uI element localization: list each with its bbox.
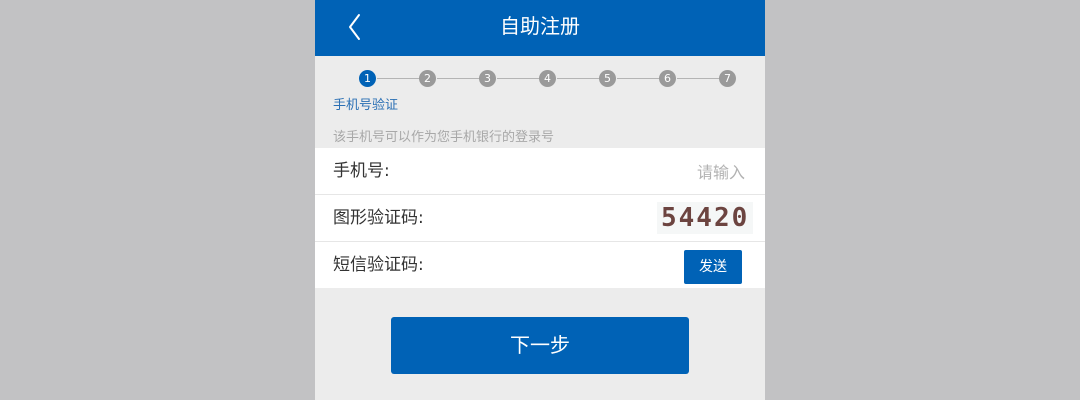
step-3: 3 xyxy=(479,70,496,87)
step-6: 6 xyxy=(659,70,676,87)
captcha-label: 图形验证码: xyxy=(333,208,424,228)
hint-text: 该手机号可以作为您手机银行的登录号 xyxy=(333,130,555,145)
phone-input[interactable] xyxy=(465,156,747,188)
captcha-text: 54420 xyxy=(661,203,750,233)
captcha-row: 图形验证码: 54420 xyxy=(315,195,765,241)
current-step-label: 手机号验证 xyxy=(333,98,399,113)
captcha-image[interactable]: 54420 xyxy=(657,202,753,234)
step-connector xyxy=(377,78,421,79)
sms-label: 短信验证码: xyxy=(333,255,424,275)
send-code-button[interactable]: 发送 xyxy=(684,250,742,284)
step-connector xyxy=(677,78,721,79)
step-5: 5 xyxy=(599,70,616,87)
step-indicator: 1 2 3 4 5 6 7 xyxy=(315,68,765,92)
step-1: 1 xyxy=(359,70,376,87)
step-connector xyxy=(497,78,541,79)
sms-row: 短信验证码: 发送 xyxy=(315,242,765,288)
step-7: 7 xyxy=(719,70,736,87)
step-2: 2 xyxy=(419,70,436,87)
page-title: 自助注册 xyxy=(500,14,580,38)
next-step-button[interactable]: 下一步 xyxy=(391,317,689,374)
step-connector xyxy=(617,78,661,79)
registration-form: 手机号: 图形验证码: 54420 短信验证码: 发送 xyxy=(315,148,765,288)
phone-row: 手机号: xyxy=(315,148,765,194)
step-4: 4 xyxy=(539,70,556,87)
step-connector xyxy=(557,78,601,79)
phone-label: 手机号: xyxy=(333,161,390,181)
step-connector xyxy=(437,78,481,79)
phone-screen: 自助注册 1 2 3 4 5 6 7 手机号验证 该手机号可以作为您手机银行的登… xyxy=(315,0,765,400)
app-header: 自助注册 xyxy=(315,0,765,56)
